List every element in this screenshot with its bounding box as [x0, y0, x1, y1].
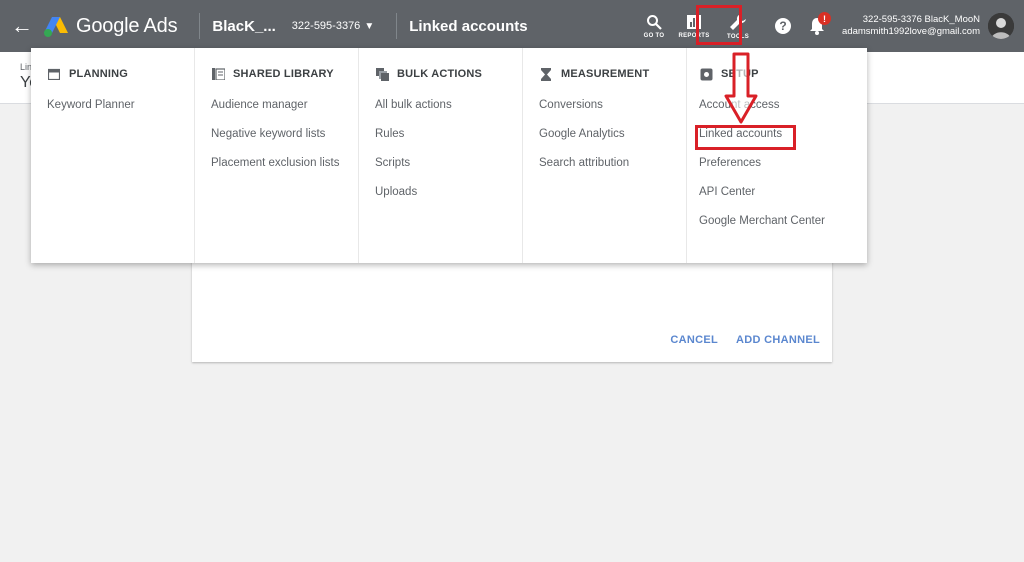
menu-heading: PLANNING	[47, 66, 194, 82]
svg-text:?: ?	[779, 19, 786, 33]
chevron-down-icon[interactable]: ▼	[364, 21, 374, 32]
notification-badge: !	[818, 12, 832, 25]
menu-column-setup: SETUP Account access Linked accounts Pre…	[687, 48, 863, 263]
hourglass-icon	[539, 67, 553, 81]
bulk-icon	[375, 67, 389, 81]
menu-heading: BULK ACTIONS	[375, 66, 522, 82]
menu-column-bulk-actions: BULK ACTIONS All bulk actions Rules Scri…	[359, 48, 523, 263]
google-ads-logo[interactable]: Google Ads	[44, 0, 187, 52]
down-arrow-annotation-icon	[724, 52, 758, 124]
back-arrow-icon[interactable]: ←	[0, 0, 44, 52]
brand-name: Google Ads	[76, 14, 178, 37]
calendar-icon	[47, 67, 61, 81]
menu-item-negative-keyword-lists[interactable]: Negative keyword lists	[211, 127, 358, 156]
user-email: adamsmith1992love@gmail.com	[842, 26, 980, 37]
menu-heading-label: PLANNING	[69, 68, 129, 80]
menu-item-search-attribution[interactable]: Search attribution	[539, 156, 686, 185]
menu-item-google-merchant-center[interactable]: Google Merchant Center	[699, 214, 863, 243]
help-button[interactable]: ?	[766, 0, 800, 52]
menu-heading-label: MEASUREMENT	[561, 68, 650, 80]
goto-button[interactable]: GO TO	[634, 0, 674, 52]
top-bar: ← Google Ads BlacK_... 322-595-3376 ▼ Li…	[0, 0, 1024, 52]
avatar-image-icon	[988, 13, 1014, 39]
search-icon	[647, 14, 662, 30]
library-icon	[211, 67, 225, 81]
divider	[396, 13, 398, 39]
divider	[199, 13, 201, 39]
menu-heading-label: BULK ACTIONS	[397, 68, 483, 80]
menu-column-measurement: MEASUREMENT Conversions Google Analytics…	[523, 48, 687, 263]
menu-item-scripts[interactable]: Scripts	[375, 156, 522, 185]
menu-item-google-analytics[interactable]: Google Analytics	[539, 127, 686, 156]
notifications-button[interactable]: !	[800, 0, 834, 52]
menu-item-all-bulk-actions[interactable]: All bulk actions	[375, 98, 522, 127]
menu-item-conversions[interactable]: Conversions	[539, 98, 686, 127]
menu-heading-label: SHARED LIBRARY	[233, 68, 334, 80]
menu-item-rules[interactable]: Rules	[375, 127, 522, 156]
help-icon: ?	[775, 18, 792, 34]
user-account-line: 322-595-3376 BlacK_MooN	[862, 14, 980, 25]
page-title: Linked accounts	[409, 17, 528, 35]
menu-item-audience-manager[interactable]: Audience manager	[211, 98, 358, 127]
account-name[interactable]: BlacK_...	[212, 18, 275, 35]
linked-accounts-highlight-box	[695, 125, 796, 150]
account-id[interactable]: 322-595-3376	[292, 20, 361, 32]
menu-heading: MEASUREMENT	[539, 66, 686, 82]
goto-label: GO TO	[643, 32, 665, 39]
menu-item-placement-exclusion-lists[interactable]: Placement exclusion lists	[211, 156, 358, 185]
user-info[interactable]: 322-595-3376 BlacK_MooN adamsmith1992lov…	[842, 14, 980, 38]
add-channel-button[interactable]: ADD CHANNEL	[736, 334, 820, 346]
cancel-button[interactable]: CANCEL	[670, 334, 718, 346]
menu-column-planning: PLANNING Keyword Planner	[31, 48, 195, 263]
gear-icon	[699, 67, 713, 81]
menu-column-shared-library: SHARED LIBRARY Audience manager Negative…	[195, 48, 359, 263]
avatar[interactable]	[988, 13, 1014, 39]
google-ads-logo-icon	[44, 17, 68, 37]
tools-highlight-box	[696, 5, 742, 45]
menu-item-preferences[interactable]: Preferences	[699, 156, 863, 185]
menu-item-uploads[interactable]: Uploads	[375, 185, 522, 214]
menu-item-keyword-planner[interactable]: Keyword Planner	[47, 98, 194, 127]
menu-item-api-center[interactable]: API Center	[699, 185, 863, 214]
menu-heading: SHARED LIBRARY	[211, 66, 358, 82]
